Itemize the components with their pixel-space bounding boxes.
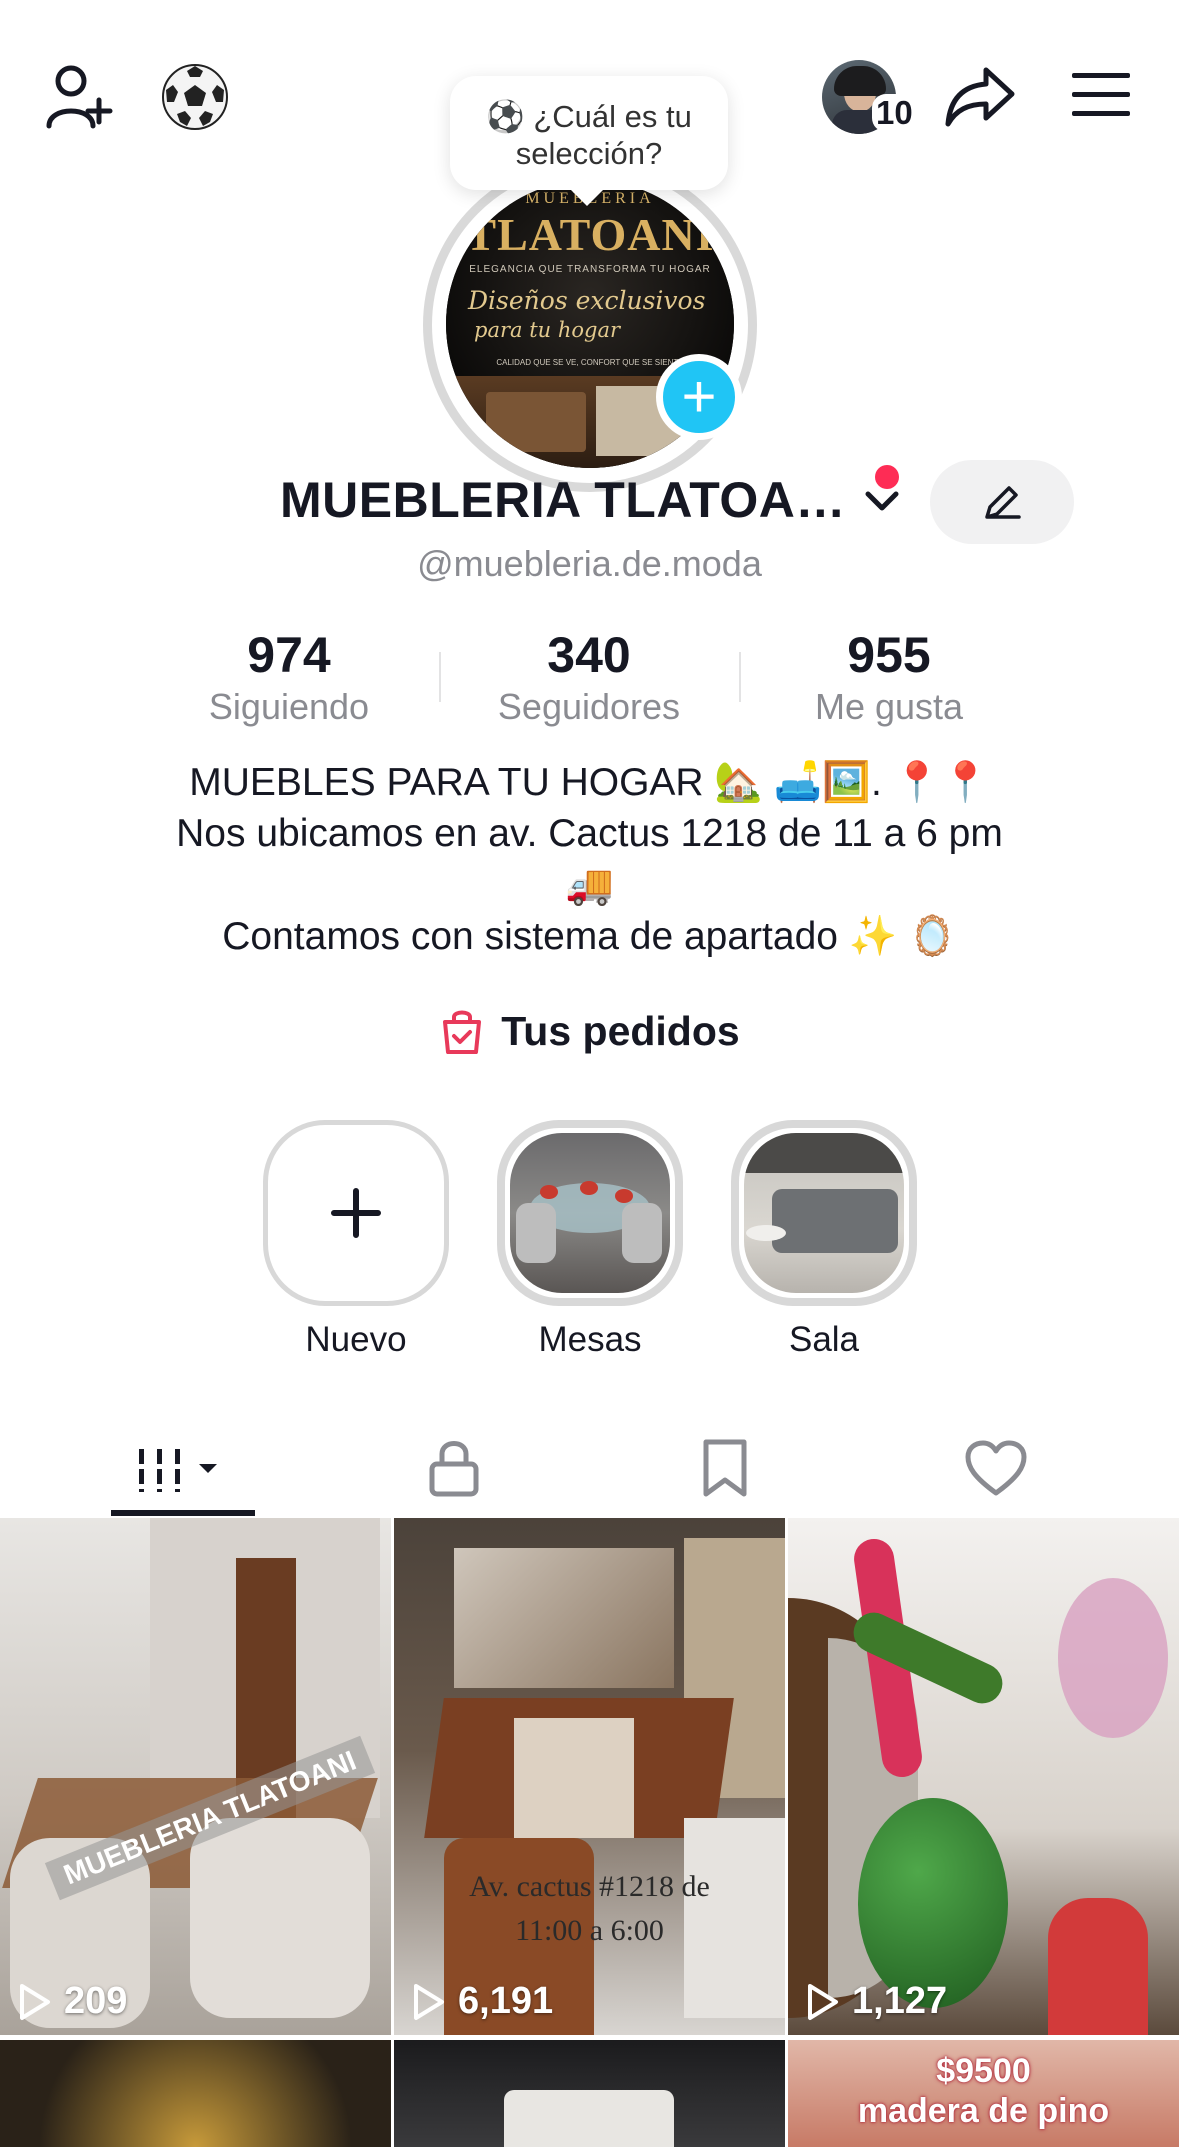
video-tile[interactable]: Av. cactus #1218 de 11:00 a 6:00 6,191: [394, 1518, 785, 2035]
video-view-count: 1,127: [806, 1980, 947, 2023]
video-view-count: 209: [18, 1980, 127, 2023]
prompt-text-line1: ¿Cuál es tu: [533, 99, 692, 134]
plus-icon: +: [681, 363, 717, 430]
prompt-bubble[interactable]: ⚽ ¿Cuál es tu selección?: [450, 76, 728, 206]
bookmark-icon: [703, 1439, 747, 1497]
avatar-title-text: TLATOANI: [465, 209, 715, 260]
highlight-sala[interactable]: Sala: [731, 1120, 917, 1360]
grid-lines-icon: [135, 1444, 217, 1492]
soccer-emoji: ⚽: [486, 99, 525, 134]
play-icon: [414, 1983, 444, 2020]
tab-liked[interactable]: [860, 1420, 1132, 1516]
add-story-button[interactable]: +: [656, 354, 742, 440]
soccer-ball-button[interactable]: [156, 58, 234, 136]
edit-profile-button[interactable]: [930, 460, 1074, 544]
video-tile[interactable]: 1,127: [788, 1518, 1179, 2035]
video-material-text: madera de pino: [857, 2092, 1110, 2130]
video-view-count: 6,191: [412, 1980, 553, 2023]
profile-name: MUEBLERIA TLATOA…: [280, 472, 846, 528]
share-button[interactable]: [942, 56, 1018, 136]
tab-saved[interactable]: [589, 1420, 861, 1516]
highlight-new[interactable]: Nuevo: [263, 1120, 449, 1360]
orders-label: Tus pedidos: [501, 1007, 740, 1054]
stat-likes-label: Me gusta: [814, 686, 964, 727]
stat-following-value: 974: [247, 627, 331, 683]
highlight-thumbnail: [744, 1133, 904, 1293]
pencil-icon: [985, 486, 1021, 519]
highlight-label: Sala: [788, 1320, 860, 1359]
highlight-label: Nuevo: [305, 1320, 407, 1359]
add-friend-button[interactable]: [36, 56, 122, 136]
avatar-script-1: Diseños exclusivos: [468, 286, 706, 315]
highlight-sala-ring: [731, 1120, 917, 1306]
stat-following-label: Siguiendo: [208, 686, 370, 727]
video-tile[interactable]: MUEBLERIA TLATOANI 209: [0, 1518, 391, 2035]
profile-tabs: [0, 1420, 1179, 1516]
notification-dot: [875, 465, 899, 489]
video-tile[interactable]: $9500 madera de pino: [788, 2040, 1179, 2147]
highlight-mesas[interactable]: Mesas: [497, 1120, 683, 1360]
heart-icon: [965, 1440, 1027, 1496]
stat-likes[interactable]: 955 Me gusta: [759, 625, 1019, 729]
profile-handle: @muebleria.de.moda: [417, 543, 762, 584]
stat-likes-value: 955: [847, 627, 931, 683]
menu-button[interactable]: [1066, 62, 1136, 128]
hamburger-menu-icon: [1072, 73, 1130, 116]
share-arrow-icon: [945, 67, 1015, 127]
highlight-new-ring: [263, 1120, 449, 1306]
stat-followers[interactable]: 340 Seguidores: [459, 625, 719, 729]
play-icon: [20, 1983, 50, 2020]
highlight-label: Mesas: [538, 1320, 642, 1359]
orders-link[interactable]: Tus pedidos: [0, 1006, 1179, 1056]
bio-line-3: 🚚: [565, 864, 614, 907]
video-tile[interactable]: [0, 2040, 391, 2147]
lock-icon: [429, 1441, 479, 1497]
stat-following[interactable]: 974 Siguiendo: [159, 625, 419, 729]
profile-visitors-button[interactable]: 10: [822, 60, 922, 134]
tab-videos[interactable]: [47, 1420, 319, 1516]
video-tile[interactable]: [394, 2040, 785, 2147]
video-price-text: $9500: [936, 2052, 1031, 2090]
stat-divider: [739, 652, 741, 702]
stat-followers-value: 340: [547, 627, 631, 683]
video-caption-line2: 11:00 a 6:00: [515, 1914, 664, 1947]
avatar-tagline-text: ELEGANCIA QUE TRANSFORMA TU HOGAR: [469, 264, 711, 275]
play-icon: [808, 1983, 838, 2020]
bio-line-1: MUEBLES PARA TU HOGAR 🏡 🛋️🖼️. 📍📍: [189, 761, 990, 804]
person-plus-icon: [46, 65, 113, 129]
active-tab-indicator: [111, 1510, 255, 1516]
highlight-thumbnail: [510, 1133, 670, 1293]
highlight-mesas-ring: [497, 1120, 683, 1306]
view-count: 1,127: [852, 1980, 948, 2022]
view-count: 6,191: [458, 1980, 554, 2022]
stat-followers-label: Seguidores: [497, 686, 681, 727]
avatar-script-2: para tu hogar: [474, 318, 621, 342]
view-count: 209: [64, 1980, 128, 2022]
stat-divider: [439, 652, 441, 702]
video-caption-line1: Av. cactus #1218 de: [469, 1870, 710, 1903]
bio-line-4: Contamos con sistema de apartado ✨ 🪞: [222, 915, 957, 958]
plus-icon: [331, 1188, 381, 1238]
soccer-ball-icon: [162, 64, 228, 130]
profile-name-row[interactable]: MUEBLERIA TLATOA…: [280, 470, 904, 530]
shopping-bag-icon: [443, 1010, 482, 1054]
bio-line-2: Nos ubicamos en av. Cactus 1218 de 11 a …: [176, 812, 1003, 855]
tab-private[interactable]: [318, 1420, 590, 1516]
visitors-count: 10: [872, 94, 917, 132]
prompt-text-line2: selección?: [515, 136, 663, 171]
